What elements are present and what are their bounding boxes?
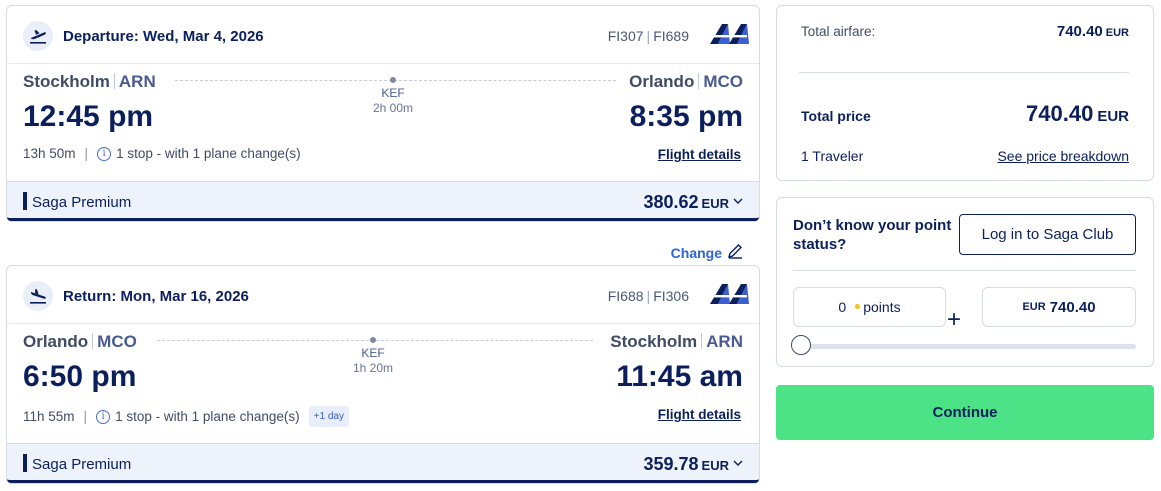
total-price-label: Total price [801, 108, 871, 124]
destination-code: ARN [706, 332, 743, 351]
return-origin: Orlando MCO [23, 332, 137, 352]
departure-time: 6:50 pm [23, 360, 137, 393]
stopover-duration: 1h 20m [352, 361, 394, 375]
return-flight-card: Return: Mon, Mar 16, 2026 FI688 | FI306 Or… [6, 265, 760, 484]
stopover-duration: 2h 00m [372, 101, 414, 115]
fare-price: 380.62 EUR [643, 192, 729, 213]
plus-day-badge: +1 day [308, 406, 349, 427]
departure-fare-selector[interactable]: Saga Premium 380.62 EUR [7, 181, 759, 221]
price-summary-card: Total airfare: 740.40 EUR Total price 740… [776, 5, 1154, 181]
departure-header: Departure: Wed, Mar 4, 2026 FI307 | FI689 [7, 6, 759, 64]
fare-price: 359.78 EUR [643, 454, 729, 475]
traveler-count: 1 Traveler [801, 148, 864, 164]
summary-divider [799, 72, 1129, 73]
stopover-code: KEF [381, 86, 405, 100]
fare-accent-bar [23, 454, 27, 472]
fare-currency: EUR [701, 196, 729, 211]
points-slider-track[interactable] [797, 344, 1136, 349]
cash-currency: EUR [1022, 301, 1046, 313]
stop-dot [370, 337, 376, 343]
origin-city: Stockholm [23, 72, 110, 91]
flight-code: FI688 [607, 288, 644, 304]
stopover-code: KEF [361, 346, 385, 360]
flight-code: FI307 [607, 28, 644, 44]
departure-destination: Orlando MCO [629, 72, 743, 92]
return-destination: Stockholm ARN [610, 332, 743, 352]
destination-city: Stockholm [610, 332, 698, 351]
change-label: Change [670, 244, 722, 261]
stops-info: 1 stop - with 1 plane change(s) [116, 146, 301, 161]
saga-club-login-button[interactable]: Log in to Saga Club [959, 214, 1136, 255]
points-card: Don’t know your point status? Log in to … [776, 197, 1154, 367]
info-icon[interactable]: i [97, 146, 112, 161]
return-header: Return: Mon, Mar 16, 2026 FI688 | FI306 [7, 266, 759, 324]
airfare-amount: 740.40 [1056, 23, 1103, 40]
departure-flight-codes: FI307 | FI689 [607, 28, 689, 44]
total-currency: EUR [1097, 108, 1129, 125]
cash-value: 740.40 [1049, 298, 1096, 316]
arrival-time: 11:45 am [616, 360, 743, 393]
change-flight-button[interactable]: Change [671, 243, 743, 262]
flight-code: FI306 [653, 288, 689, 304]
stop-dot [390, 77, 396, 83]
departure-time: 12:45 pm [23, 100, 154, 133]
origin-code: MCO [97, 332, 137, 351]
plane-takeoff-icon [23, 21, 53, 51]
pencil-icon [727, 243, 743, 262]
points-amount-field[interactable]: 0 points [793, 287, 946, 327]
flight-details-link[interactable]: Flight details [658, 407, 741, 422]
return-title: Return: Mon, Mar 16, 2026 [63, 288, 249, 305]
stops-info: 1 stop - with 1 plane change(s) [115, 409, 300, 424]
fare-class-name: Saga Premium [32, 456, 132, 473]
price-breakdown-link[interactable]: See price breakdown [997, 148, 1129, 164]
departure-origin: Stockholm ARN [23, 72, 156, 92]
fare-class-name: Saga Premium [32, 194, 132, 211]
return-flight-codes: FI688 | FI306 [607, 288, 689, 304]
points-label: points [863, 299, 901, 315]
total-price-value: 740.40 EUR [1026, 101, 1129, 127]
departure-flight-card: Departure: Wed, Mar 4, 2026 FI307 | FI689 … [6, 5, 760, 222]
departure-title: Departure: Wed, Mar 4, 2026 [63, 28, 264, 45]
departure-meta: 13h 50m | i 1 stop - with 1 plane change… [23, 146, 301, 161]
airfare-currency: EUR [1105, 27, 1129, 39]
return-fare-selector[interactable]: Saga Premium 359.78 EUR [7, 443, 759, 483]
flight-code: FI689 [653, 28, 689, 44]
chevron-down-icon[interactable] [733, 456, 743, 470]
total-duration: 13h 50m [23, 146, 76, 161]
destination-city: Orlando [629, 72, 695, 91]
total-airfare-label: Total airfare: [801, 24, 876, 39]
fare-accent-bar [23, 192, 27, 210]
fare-currency: EUR [701, 458, 729, 473]
continue-button[interactable]: Continue [776, 385, 1154, 440]
total-airfare-value: 740.40 EUR [1057, 23, 1129, 40]
info-icon[interactable]: i [96, 409, 111, 424]
flight-details-link[interactable]: Flight details [658, 147, 741, 162]
destination-code: MCO [703, 72, 743, 91]
chevron-down-icon[interactable] [733, 194, 743, 208]
plus-sign: + [946, 306, 961, 333]
origin-code: ARN [118, 72, 156, 91]
points-dot-icon [855, 303, 861, 309]
icelandair-logo [709, 23, 751, 50]
points-divider [793, 270, 1136, 271]
return-meta: 11h 55m | i 1 stop - with 1 plane change… [23, 406, 349, 427]
fare-price-value: 359.78 [643, 454, 699, 474]
arrival-time: 8:35 pm [629, 100, 743, 133]
plane-landing-icon [23, 281, 53, 311]
icelandair-logo [709, 283, 751, 310]
point-status-question: Don’t know your point status? [793, 217, 952, 253]
total-duration: 11h 55m [23, 409, 75, 424]
origin-city: Orlando [23, 332, 89, 351]
cash-amount-field[interactable]: EUR 740.40 [982, 287, 1136, 327]
fare-price-value: 380.62 [643, 192, 699, 212]
points-value: 0 [838, 299, 847, 315]
total-amount: 740.40 [1026, 101, 1094, 126]
points-slider-thumb[interactable] [791, 335, 811, 355]
